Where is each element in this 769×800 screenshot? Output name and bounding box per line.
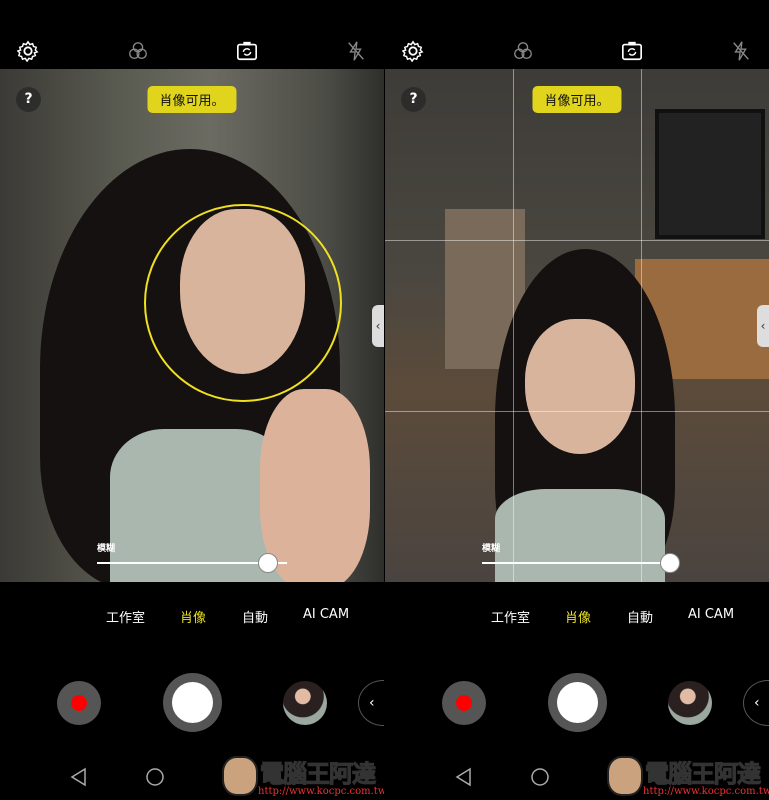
mode-selector: 工作室 肖像 自動 AI CAM (385, 607, 769, 627)
mode-ai-cam[interactable]: AI CAM (303, 607, 349, 622)
gallery-thumbnail[interactable] (283, 681, 327, 725)
blur-label: 模糊 (97, 544, 116, 554)
side-panel-tab[interactable]: ‹ (372, 305, 384, 347)
blur-label: 模糊 (482, 544, 501, 554)
mode-portrait[interactable]: 肖像 (565, 607, 591, 626)
mode-studio[interactable]: 工作室 (106, 607, 145, 626)
shutter-button[interactable] (548, 673, 607, 732)
mascot-logo (222, 756, 258, 796)
subject-face (525, 319, 635, 454)
camera-panel: ? 肖像可用。 ‹ 模糊 工作室 肖像 自動 AI CAM ‹ 電腦王阿達 ht… (0, 0, 384, 800)
more-options-button[interactable]: ‹ (358, 680, 384, 726)
gear-icon[interactable] (402, 40, 424, 62)
top-bar (0, 0, 384, 69)
back-icon[interactable] (453, 766, 475, 788)
watermark-title: 電腦王阿達 (260, 760, 377, 789)
record-button[interactable] (57, 681, 101, 725)
grid-line (641, 69, 642, 582)
gear-icon[interactable] (17, 40, 39, 62)
blur-slider-knob[interactable] (660, 553, 681, 573)
watermark-logo: 電腦王阿達 http://www.kocpc.com.tw (220, 752, 384, 800)
filter-icon[interactable] (512, 40, 534, 62)
mode-auto[interactable]: 自動 (627, 607, 653, 626)
portrait-available-badge: 肖像可用。 (147, 86, 237, 113)
more-options-button[interactable]: ‹ (743, 680, 769, 726)
mascot-logo (607, 756, 643, 796)
blur-slider-knob[interactable] (258, 553, 278, 573)
viewfinder[interactable]: ? 肖像可用。 ‹ 模糊 (385, 69, 769, 582)
home-icon[interactable] (144, 766, 166, 788)
watermark-logo: 電腦王阿達 http://www.kocpc.com.tw (605, 752, 769, 800)
switch-camera-icon[interactable] (236, 40, 258, 62)
watermark-url: http://www.kocpc.com.tw (643, 786, 769, 797)
watermark-title: 電腦王阿達 (645, 760, 762, 789)
grid-line (513, 69, 514, 582)
blur-slider[interactable] (482, 553, 681, 573)
subject-body (495, 489, 665, 582)
poster-board (655, 109, 765, 239)
flash-off-icon[interactable] (345, 40, 367, 62)
top-bar (385, 0, 769, 69)
mode-studio[interactable]: 工作室 (491, 607, 530, 626)
home-icon[interactable] (529, 766, 551, 788)
gallery-thumbnail[interactable] (668, 681, 712, 725)
filter-icon[interactable] (127, 40, 149, 62)
mode-selector: 工作室 肖像 自動 AI CAM (0, 607, 384, 627)
subject-shoulder (260, 389, 370, 582)
grid-line (385, 240, 769, 241)
record-button[interactable] (442, 681, 486, 725)
switch-camera-icon[interactable] (621, 40, 643, 62)
help-button[interactable]: ? (16, 87, 41, 112)
side-panel-tab[interactable]: ‹ (757, 305, 769, 347)
mode-auto[interactable]: 自動 (242, 607, 268, 626)
blur-slider[interactable] (97, 553, 287, 573)
face-detection-circle (144, 204, 342, 402)
watermark-url: http://www.kocpc.com.tw (258, 786, 384, 797)
viewfinder[interactable]: ? 肖像可用。 ‹ 模糊 (0, 69, 384, 582)
portrait-available-badge: 肖像可用。 (532, 86, 622, 113)
flash-off-icon[interactable] (730, 40, 752, 62)
mode-ai-cam[interactable]: AI CAM (688, 607, 734, 622)
camera-panel: ? 肖像可用。 ‹ 模糊 工作室 肖像 自動 AI CAM ‹ 電腦王阿達 ht… (385, 0, 769, 800)
grid-line (385, 411, 769, 412)
mode-portrait[interactable]: 肖像 (180, 607, 206, 626)
shutter-button[interactable] (163, 673, 222, 732)
help-button[interactable]: ? (401, 87, 426, 112)
back-icon[interactable] (68, 766, 90, 788)
